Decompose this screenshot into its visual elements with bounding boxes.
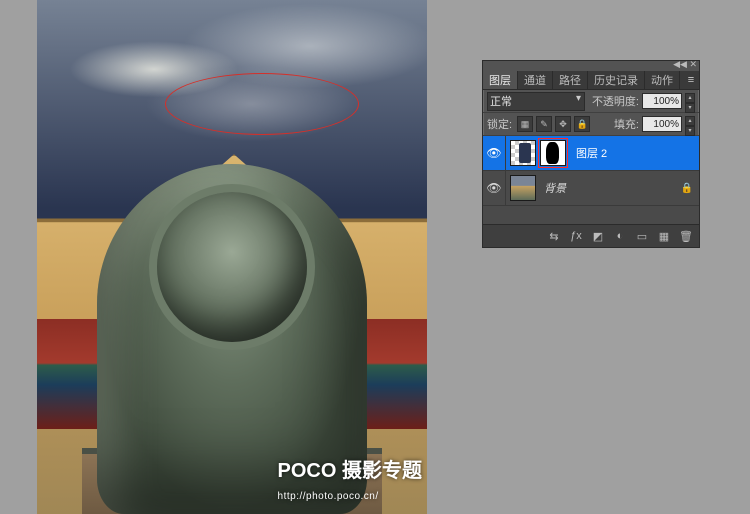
panel-footer: ⇆ ƒx ◩ ◐ ▭ ▦ 🗑 [483, 224, 699, 247]
tab-paths[interactable]: 路径 [553, 71, 588, 89]
lock-indicator-icon: 🔒 [681, 183, 693, 194]
adjustment-icon[interactable]: ◐ [613, 230, 627, 242]
panel-header: ◀◀ ✕ [483, 61, 699, 71]
document-canvas[interactable]: POCO 摄影专题 http://photo.poco.cn/ [37, 0, 427, 514]
layer-name[interactable]: 背景 [544, 180, 681, 196]
layer-thumbs [506, 175, 540, 201]
opacity-stepper[interactable]: ▴▾ [685, 93, 695, 109]
lock-position-icon[interactable]: ✥ [555, 116, 571, 132]
panel-menu-icon[interactable]: ≡ [683, 71, 699, 89]
group-icon[interactable]: ▭ [635, 230, 649, 243]
fill-label: 填充: [614, 116, 639, 132]
layer-thumb[interactable] [510, 140, 536, 166]
fill-input[interactable]: 100% [642, 116, 682, 132]
mask-icon[interactable]: ◩ [591, 230, 605, 243]
mask-highlight [538, 138, 568, 168]
lock-transparency-icon[interactable]: ▦ [517, 116, 533, 132]
tab-channels[interactable]: 通道 [518, 71, 553, 89]
layers-panel: ◀◀ ✕ 图层 通道 路径 历史记录 动作 ≡ 正常 不透明度: 100% ▴▾… [482, 60, 700, 248]
link-layers-icon[interactable]: ⇆ [547, 230, 561, 243]
watermark: POCO 摄影专题 http://photo.poco.cn/ [278, 460, 422, 504]
lock-icons-group: ▦ ✎ ✥ 🔒 [517, 116, 590, 132]
watermark-title: 摄影专题 [342, 460, 422, 482]
lock-all-icon[interactable]: 🔒 [574, 116, 590, 132]
layer-name[interactable]: 图层 2 [576, 145, 693, 161]
collapse-icon[interactable]: ◀◀ ✕ [673, 59, 697, 70]
opacity-input[interactable]: 100% [642, 93, 682, 109]
layer-row[interactable]: 👁 图层 2 [483, 136, 699, 171]
lock-fill-row: 锁定: ▦ ✎ ✥ 🔒 填充: 100% ▴▾ [483, 113, 699, 136]
tab-layers[interactable]: 图层 [483, 70, 518, 89]
fx-icon[interactable]: ƒx [569, 230, 583, 242]
watermark-brand: POCO [278, 460, 337, 482]
fill-stepper[interactable]: ▴▾ [685, 116, 695, 132]
layer-thumbs [506, 138, 572, 168]
layer-row[interactable]: 👁 背景 🔒 [483, 171, 699, 206]
opacity-label: 不透明度: [592, 93, 639, 109]
lock-pixels-icon[interactable]: ✎ [536, 116, 552, 132]
blend-mode-select[interactable]: 正常 [487, 92, 585, 111]
visibility-toggle[interactable]: 👁 [483, 171, 506, 205]
tab-actions[interactable]: 动作 [645, 71, 680, 89]
mask-thumb[interactable] [540, 140, 566, 166]
watermark-url: http://photo.poco.cn/ [278, 491, 379, 502]
lock-label: 锁定: [487, 116, 512, 132]
new-layer-icon[interactable]: ▦ [657, 230, 671, 243]
panel-tabs: 图层 通道 路径 历史记录 动作 ≡ [483, 71, 699, 90]
tab-history[interactable]: 历史记录 [588, 71, 645, 89]
layers-list: 👁 图层 2 👁 背景 🔒 [483, 136, 699, 224]
layer-thumb[interactable] [510, 175, 536, 201]
blend-opacity-row: 正常 不透明度: 100% ▴▾ [483, 90, 699, 113]
visibility-toggle[interactable]: 👁 [483, 136, 506, 170]
trash-icon[interactable]: 🗑 [679, 230, 693, 243]
